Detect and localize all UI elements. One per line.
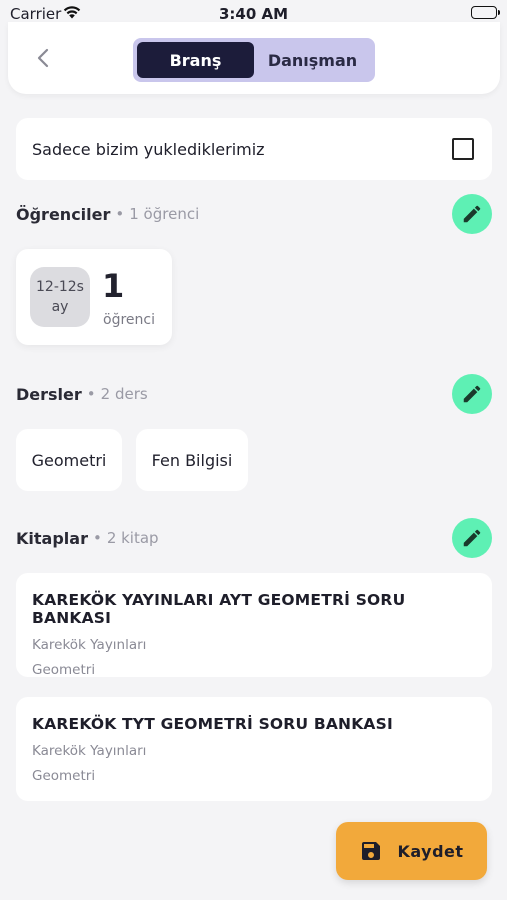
lessons-separator: • <box>86 385 96 403</box>
save-label: Kaydet <box>397 841 464 861</box>
age-range-line1: 12-12s <box>36 279 84 295</box>
back-button[interactable] <box>32 46 56 70</box>
book-title: KAREKÖK YAYINLARI AYT GEOMETRİ SORU BANK… <box>32 591 406 627</box>
filter-row[interactable]: Sadece bizim yuklediklerimiz <box>16 118 492 180</box>
header: Branş Danışman <box>8 22 500 94</box>
books-section-header: Kitaplar • 2 kitap <box>16 518 492 558</box>
book-card[interactable]: KAREKÖK YAYINLARI AYT GEOMETRİ SORU BANK… <box>16 573 492 678</box>
age-range-line2: ay <box>51 299 69 315</box>
lessons-title: Dersler <box>16 384 82 404</box>
filter-label: Sadece bizim yuklediklerimiz <box>32 139 265 159</box>
lesson-chip[interactable]: Fen Bilgisi <box>136 429 248 491</box>
book-title: KAREKÖK TYT GEOMETRİ SORU BANKASI <box>32 715 393 733</box>
book-publisher: Karekök Yayınları <box>32 743 147 759</box>
tab-danisman[interactable]: Danışman <box>254 42 371 78</box>
pencil-icon <box>463 205 481 223</box>
lessons-section-header: Dersler • 2 ders <box>16 374 492 414</box>
age-range-chip: 12-12s ay <box>30 267 90 327</box>
students-section-header: Öğrenciler • 1 öğrenci <box>16 194 492 234</box>
edit-lessons-button[interactable] <box>452 374 492 414</box>
books-count: 2 kitap <box>106 529 159 547</box>
lessons-count: 2 ders <box>100 385 148 403</box>
book-publisher: Karekök Yayınları <box>32 637 147 653</box>
clock: 3:40 AM <box>218 5 289 23</box>
book-card[interactable]: KAREKÖK TYT GEOMETRİ SORU BANKASI Karekö… <box>16 697 492 801</box>
pencil-icon <box>463 385 481 403</box>
edit-books-button[interactable] <box>452 518 492 558</box>
students-title: Öğrenciler <box>16 204 111 224</box>
student-count-number: 1 <box>102 267 125 305</box>
edit-students-button[interactable] <box>452 194 492 234</box>
chevron-left-icon <box>37 48 49 68</box>
book-subject: Geometri <box>32 768 96 784</box>
books-title: Kitaplar <box>16 528 88 548</box>
tab-brans[interactable]: Branş <box>137 42 254 78</box>
battery-icon <box>471 6 500 19</box>
segmented-control: Branş Danışman <box>133 38 375 82</box>
books-separator: • <box>92 529 102 547</box>
student-group-card[interactable]: 12-12s ay 1 öğrenci <box>16 249 172 345</box>
floppy-disk-icon <box>362 842 381 860</box>
filter-checkbox[interactable] <box>452 138 474 160</box>
students-separator: • <box>115 205 125 223</box>
lesson-chip[interactable]: Geometri <box>16 429 122 491</box>
pencil-icon <box>463 529 481 547</box>
save-button[interactable]: Kaydet <box>336 822 487 880</box>
student-count-unit: öğrenci <box>103 312 155 328</box>
students-count: 1 öğrenci <box>129 205 200 223</box>
book-subject: Geometri <box>32 662 96 678</box>
